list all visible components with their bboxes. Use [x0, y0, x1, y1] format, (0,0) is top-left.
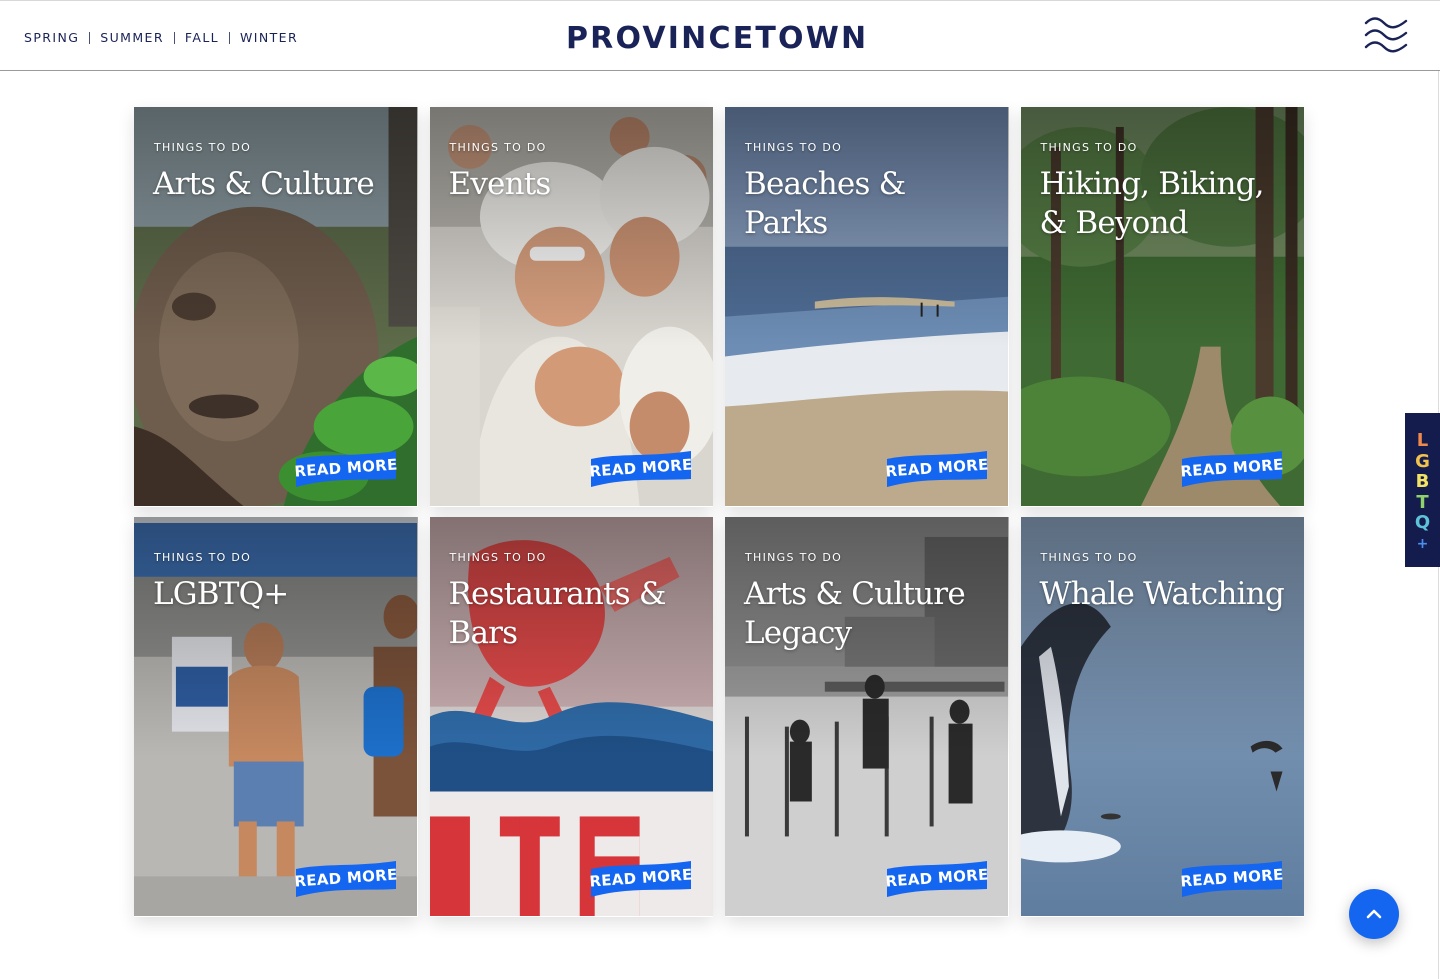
card-kicker: THINGS TO DO [1040, 551, 1138, 564]
lgbtq-letter: T [1416, 491, 1429, 513]
card-title: Arts & Culture Legacy [744, 576, 966, 651]
read-more-button[interactable]: READ MORE [589, 861, 693, 897]
read-more-button[interactable]: READ MORE [884, 451, 989, 487]
card-title: LGBTQ+ [153, 576, 289, 612]
lgbtq-letter: L [1416, 430, 1429, 451]
nav-winter[interactable]: WINTER [240, 30, 298, 45]
card-hiking-biking[interactable]: THINGS TO DO Hiking, Biking, & Beyond RE… [1020, 107, 1304, 507]
card-kicker: THINGS TO DO [745, 551, 843, 564]
card-kicker: THINGS TO DO [449, 141, 547, 154]
card-events[interactable]: THINGS TO DO Events READ MORE [429, 107, 713, 507]
card-title: Events [448, 166, 552, 202]
read-more-button[interactable]: READ MORE [1180, 451, 1284, 487]
card-title: Arts & Culture [153, 166, 375, 202]
site-header: SPRING SUMMER FALL WINTER PROVINCETOWN [0, 0, 1440, 71]
card-arts-culture[interactable]: THINGS TO DO Arts & Culture READ MORE [134, 107, 418, 507]
nav-divider [89, 31, 91, 44]
card-title: Beaches & Parks [744, 166, 906, 241]
lgbtq-letters: L G B T Q + [1405, 430, 1440, 554]
lgbtq-letter: B [1415, 471, 1430, 492]
nav-divider [173, 31, 175, 44]
nav-spring[interactable]: SPRING [24, 30, 79, 45]
lgbtq-letter: + [1416, 535, 1429, 552]
card-whale-watching[interactable]: THINGS TO DO Whale Watching READ MORE [1020, 517, 1304, 917]
lgbtq-side-tab[interactable]: L G B T Q + [1405, 413, 1440, 567]
read-more-button[interactable]: READ MORE [293, 861, 398, 897]
lgbtq-letter: Q [1414, 512, 1431, 533]
card-lgbtq[interactable]: THINGS TO DO LGBTQ+ READ MORE [134, 517, 418, 917]
read-more-button[interactable]: READ MORE [293, 451, 398, 487]
card-beaches-parks[interactable]: THINGS TO DO Beaches & Parks READ MORE [725, 107, 1009, 507]
site-logo[interactable]: PROVINCETOWN [560, 17, 870, 50]
nav-fall[interactable]: FALL [185, 30, 219, 45]
lgbtq-letter: G [1415, 450, 1430, 472]
back-to-top-button[interactable] [1349, 889, 1399, 939]
card-kicker: THINGS TO DO [154, 141, 252, 154]
card-restaurants-bars[interactable]: THINGS TO DO Restaurants & Bars READ MOR… [429, 517, 713, 917]
card-title: Restaurants & Bars [448, 576, 667, 651]
chevron-up-icon [1366, 909, 1382, 919]
season-nav: SPRING SUMMER FALL WINTER [24, 30, 298, 45]
card-kicker: THINGS TO DO [1040, 141, 1138, 154]
card-kicker: THINGS TO DO [449, 551, 547, 564]
menu-button[interactable] [1362, 15, 1410, 55]
read-more-button[interactable]: READ MORE [589, 451, 693, 487]
waves-menu-icon [1364, 17, 1408, 53]
card-kicker: THINGS TO DO [154, 551, 252, 564]
card-kicker: THINGS TO DO [745, 141, 843, 154]
card-title: Whale Watching [1039, 576, 1285, 612]
things-to-do-grid: THINGS TO DO Arts & Culture READ MORE TH… [134, 107, 1304, 917]
logo-text: PROVINCETOWN [566, 21, 869, 50]
read-more-button[interactable]: READ MORE [884, 861, 989, 897]
card-title: Hiking, Biking, & Beyond [1039, 166, 1265, 241]
nav-divider [229, 31, 231, 44]
card-arts-culture-legacy[interactable]: THINGS TO DO Arts & Culture Legacy READ … [725, 517, 1009, 917]
nav-summer[interactable]: SUMMER [100, 30, 164, 45]
read-more-button[interactable]: READ MORE [1180, 861, 1284, 897]
